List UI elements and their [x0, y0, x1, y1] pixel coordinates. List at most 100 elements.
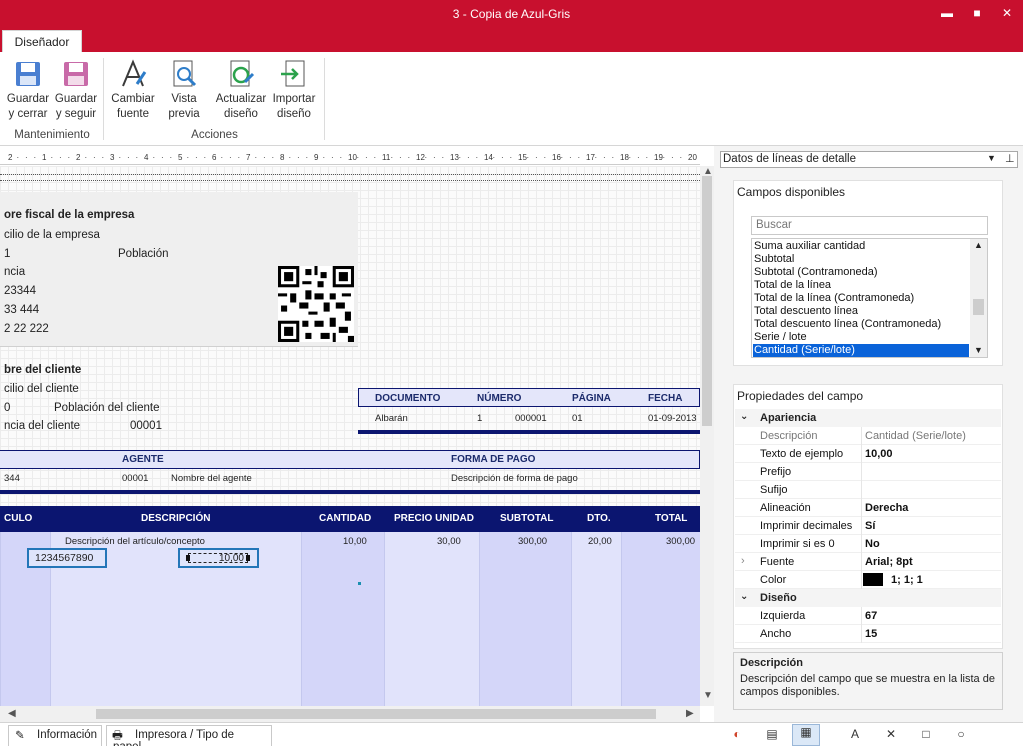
list-item[interactable]: Total de la línea — [754, 279, 831, 292]
detail-precio[interactable]: 30,00 — [437, 536, 461, 547]
client-city[interactable]: Población del cliente — [54, 402, 160, 414]
prop-texto-ejemplo[interactable]: Texto de ejemplo 10,00 — [735, 445, 1001, 463]
prop-value[interactable]: 1; 1; 1 — [891, 574, 923, 586]
prop-value[interactable]: Derecha — [865, 502, 908, 514]
group-apariencia[interactable]: ⌄ Apariencia — [735, 409, 1001, 427]
th-dto[interactable]: DTO. — [587, 513, 611, 524]
client-address[interactable]: cilio del cliente — [4, 383, 79, 395]
chevron-down-icon[interactable]: ▼ — [987, 153, 996, 163]
prop-fuente[interactable]: › Fuente Arial; 8pt — [735, 553, 1001, 571]
th-precio-unidad[interactable]: PRECIO UNIDAD — [394, 513, 474, 524]
prop-prefijo[interactable]: Prefijo — [735, 463, 1001, 481]
th-articulo[interactable]: CULO — [4, 513, 32, 524]
doc-type[interactable]: Albarán — [375, 413, 408, 424]
th-subtotal[interactable]: SUBTOTAL — [500, 513, 554, 524]
table-icon[interactable]: ▦ — [792, 724, 820, 746]
palette-icon[interactable]: ◐ — [728, 727, 746, 743]
th-cantidad[interactable]: CANTIDAD — [319, 513, 371, 524]
doc-header-documento[interactable]: DOCUMENTO — [375, 393, 440, 404]
minimize-button[interactable]: ▬ — [937, 4, 957, 22]
prop-value[interactable]: 67 — [865, 610, 877, 622]
line-icon[interactable]: ✕ — [882, 727, 900, 743]
doc-serie[interactable]: 1 — [477, 413, 482, 424]
collapse-icon[interactable]: ⌄ — [740, 591, 748, 602]
text-icon[interactable]: A — [846, 727, 864, 743]
agent-header-agente[interactable]: AGENTE — [122, 454, 164, 465]
prop-value[interactable]: No — [865, 538, 880, 550]
group-diseno[interactable]: ⌄ Diseño — [735, 589, 1001, 607]
fields-list-scrollbar[interactable]: ▲ ▼ — [970, 239, 987, 357]
prop-imprimir-si-cero[interactable]: Imprimir si es 0 No — [735, 535, 1001, 553]
tab-impresora[interactable]: 🖶 Impresora / Tipo de papel — [106, 725, 272, 746]
detail-descripcion[interactable]: Descripción del artículo/concepto — [65, 536, 205, 547]
fields-list[interactable]: Suma auxiliar cantidad Subtotal Subtotal… — [751, 238, 988, 358]
company-city[interactable]: Población — [118, 248, 169, 260]
actualizar-diseno-button[interactable]: Actualizar diseño — [214, 58, 268, 122]
serie-cantidad-field[interactable]: 10,00 — [188, 553, 248, 564]
prop-izquierda[interactable]: Izquierda 67 — [735, 607, 1001, 625]
agent-prefix[interactable]: 344 — [4, 473, 20, 484]
client-zip[interactable]: 0 — [4, 402, 10, 414]
canvas-horizontal-scrollbar[interactable]: ◀ ▶ — [0, 706, 700, 722]
doc-pagina[interactable]: 01 — [572, 413, 583, 424]
collapse-icon[interactable]: ⌄ — [740, 411, 748, 422]
list-item[interactable]: Total de la línea (Contramoneda) — [754, 292, 914, 305]
canvas-vertical-scrollbar[interactable]: ▲ ▼ — [700, 166, 714, 706]
color-swatch[interactable] — [863, 573, 883, 586]
vertical-scroll-thumb[interactable] — [702, 176, 712, 426]
list-item[interactable]: Total descuento línea (Contramoneda) — [754, 318, 941, 331]
importar-diseno-button[interactable]: Importar diseño — [270, 58, 318, 122]
prop-sufijo[interactable]: Sufijo — [735, 481, 1001, 499]
prop-imprimir-decimales[interactable]: Imprimir decimales Sí — [735, 517, 1001, 535]
list-item[interactable]: Total descuento línea — [754, 305, 858, 318]
prop-alineacion[interactable]: Alineación Derecha — [735, 499, 1001, 517]
section-dropdown[interactable]: Datos de líneas de detalle ▼ ⊥ — [720, 151, 1018, 168]
company-phone1[interactable]: 23344 — [4, 285, 36, 297]
company-phone2[interactable]: 33 444 — [4, 304, 39, 316]
horizontal-scroll-thumb[interactable] — [96, 709, 656, 719]
th-descripcion[interactable]: DESCRIPCIÓN — [141, 513, 210, 524]
prop-color[interactable]: Color 1; 1; 1 — [735, 571, 1001, 589]
codigo-field[interactable]: 1234567890 — [27, 548, 107, 568]
cambiar-fuente-button[interactable]: Cambiar fuente — [109, 58, 157, 122]
doc-numero[interactable]: 000001 — [515, 413, 547, 424]
prop-value[interactable]: 15 — [865, 628, 877, 640]
list-item[interactable]: Serie / lote — [754, 331, 807, 344]
field-search-input[interactable]: Buscar — [751, 216, 988, 235]
doc-fecha[interactable]: 01-09-2013 — [648, 413, 697, 424]
serie-cantidad-field-frame[interactable]: 10,00 — [178, 548, 259, 568]
company-zip[interactable]: 1 — [4, 248, 10, 260]
resize-handle-right-icon[interactable] — [246, 555, 250, 561]
client-name[interactable]: bre del cliente — [4, 364, 81, 376]
prop-value[interactable]: Arial; 8pt — [865, 556, 913, 568]
expand-icon[interactable]: › — [741, 555, 745, 567]
resize-handle-left-icon[interactable] — [186, 555, 190, 561]
guardar-seguir-button[interactable]: Guardar y seguir — [53, 58, 99, 122]
document-icon[interactable]: ▤ — [763, 727, 781, 743]
circle-icon[interactable]: ○ — [952, 727, 970, 743]
scroll-right-icon[interactable]: ▶ — [686, 708, 694, 719]
vista-previa-button[interactable]: Vista previa — [161, 58, 207, 122]
client-code[interactable]: 00001 — [130, 420, 162, 432]
doc-header-pagina[interactable]: PÁGINA — [572, 393, 611, 404]
fields-scroll-thumb[interactable] — [973, 299, 984, 315]
detail-cantidad[interactable]: 10,00 — [343, 536, 367, 547]
agent-header-forma-pago[interactable]: FORMA DE PAGO — [451, 454, 535, 465]
guardar-cerrar-button[interactable]: Guardar y cerrar — [5, 58, 51, 122]
close-button[interactable]: ✕ — [997, 4, 1017, 22]
client-province[interactable]: ncia del cliente — [4, 420, 80, 432]
doc-header-fecha[interactable]: FECHA — [648, 393, 682, 404]
forma-pago-desc[interactable]: Descripción de forma de pago — [451, 473, 578, 484]
rectangle-icon[interactable]: □ — [917, 727, 935, 743]
qr-code-icon[interactable] — [278, 266, 354, 342]
agent-code[interactable]: 00001 — [122, 473, 148, 484]
pin-icon[interactable]: ⊥ — [1005, 152, 1015, 165]
company-phone3[interactable]: 2 22 222 — [4, 323, 49, 335]
tab-disenador[interactable]: Diseñador — [2, 30, 82, 54]
scroll-left-icon[interactable]: ◀ — [8, 708, 16, 719]
list-item[interactable]: Suma auxiliar cantidad — [754, 240, 865, 253]
company-name[interactable]: ore fiscal de la empresa — [4, 209, 134, 221]
list-item-selected[interactable]: Cantidad (Serie/lote) — [753, 344, 969, 357]
list-item[interactable]: Subtotal (Contramoneda) — [754, 266, 878, 279]
maximize-button[interactable]: ■ — [967, 4, 987, 22]
